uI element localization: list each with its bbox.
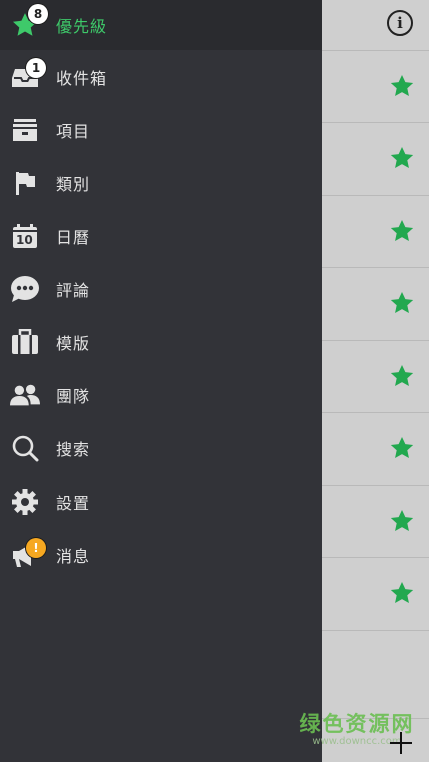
task-row[interactable]: [322, 557, 429, 629]
star-icon[interactable]: [389, 435, 415, 461]
task-row[interactable]: [322, 122, 429, 194]
info-glyph: i: [397, 14, 403, 32]
team-icon: [10, 380, 40, 410]
flag-icon: [10, 168, 40, 198]
menu-item-inbox[interactable]: 1 收件箱: [0, 52, 322, 102]
gear-icon: [10, 487, 40, 517]
menu-item-priority[interactable]: 8 優先級: [0, 0, 322, 50]
menu-item-categories[interactable]: 類別: [0, 158, 322, 208]
task-row[interactable]: [322, 195, 429, 267]
star-icon[interactable]: [389, 508, 415, 534]
menu-item-label: 項目: [56, 122, 91, 141]
menu-item-label: 團隊: [56, 387, 91, 406]
plus-icon[interactable]: [389, 731, 413, 755]
menu-item-search[interactable]: 搜索: [0, 423, 322, 473]
menu-item-label: 評論: [56, 281, 91, 300]
menu-item-messages[interactable]: ! 消息: [0, 530, 322, 580]
star-icon[interactable]: [389, 580, 415, 606]
star-icon[interactable]: [389, 363, 415, 389]
star-icon[interactable]: [389, 290, 415, 316]
menu-item-label: 類別: [56, 175, 91, 194]
comment-icon: [10, 274, 40, 304]
messages-alert-badge: !: [26, 538, 46, 558]
calendar-icon: 10: [10, 221, 40, 251]
star-icon[interactable]: [389, 218, 415, 244]
menu-item-calendar[interactable]: 10 日曆: [0, 211, 322, 261]
project-icon: [10, 115, 40, 145]
calendar-day-number: 10: [16, 233, 33, 247]
menu-item-projects[interactable]: 項目: [0, 105, 322, 155]
inbox-count-badge: 1: [26, 58, 46, 78]
menu-item-label: 收件箱: [56, 69, 108, 88]
star-icon[interactable]: [389, 145, 415, 171]
priority-count-badge: 8: [28, 4, 48, 24]
menu-item-label: 日曆: [56, 228, 91, 247]
task-row[interactable]: [322, 267, 429, 339]
menu-item-label: 搜索: [56, 440, 91, 459]
task-row[interactable]: [322, 412, 429, 484]
menu-item-label: 設置: [56, 494, 91, 513]
briefcase-icon: [10, 327, 40, 357]
task-row[interactable]: [322, 340, 429, 412]
info-icon[interactable]: i: [387, 10, 413, 36]
star-icon[interactable]: [389, 73, 415, 99]
task-row[interactable]: [322, 485, 429, 557]
menu-item-label: 消息: [56, 547, 91, 566]
task-row[interactable]: [322, 50, 429, 122]
menu-item-label: 優先級: [56, 17, 108, 36]
empty-row: [322, 630, 429, 718]
menu-item-comments[interactable]: 評論: [0, 264, 322, 314]
menu-item-team[interactable]: 團隊: [0, 370, 322, 420]
menu-item-label: 模版: [56, 334, 91, 353]
navigation-drawer: 8 優先級 1 收件箱 項目 類別 10 日曆 評論 模版 團隊 搜索 設置 !…: [0, 0, 322, 762]
menu-item-templates[interactable]: 模版: [0, 317, 322, 367]
menu-item-settings[interactable]: 設置: [0, 477, 322, 527]
search-icon: [10, 433, 40, 463]
